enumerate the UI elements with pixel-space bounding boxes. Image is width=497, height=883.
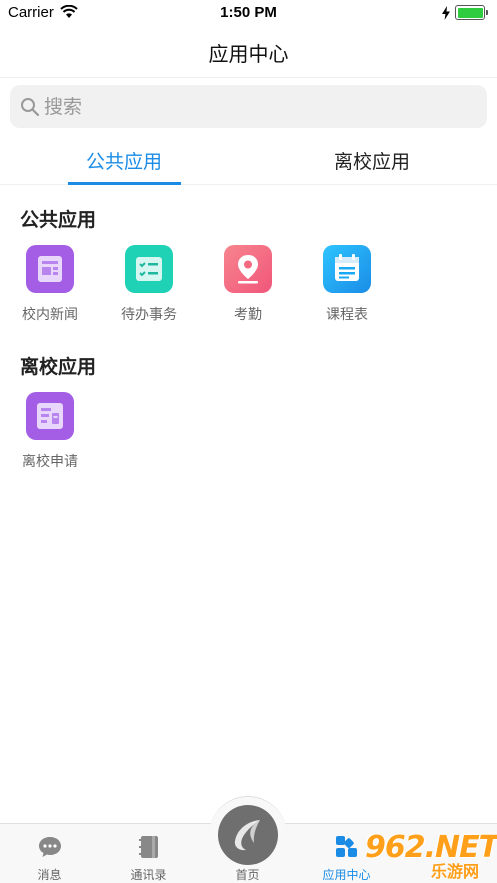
tabbar-label: 首页 — [235, 868, 260, 882]
app-attendance[interactable]: 考勤 — [203, 245, 293, 335]
app-label: 离校申请 — [22, 454, 78, 470]
tab-label: 离校应用 — [333, 151, 410, 173]
home-button[interactable] — [218, 805, 278, 865]
watermark-logo: 962.NET 乐游网 — [357, 826, 497, 883]
app-leave-school-application[interactable]: 离校申请 — [5, 392, 95, 482]
app-timetable[interactable]: 课程表 — [302, 245, 392, 335]
news-icon — [26, 245, 74, 293]
search-box[interactable] — [10, 85, 487, 128]
app-label: 待办事务 — [121, 307, 177, 323]
calendar-icon — [323, 245, 371, 293]
home-logo-icon — [234, 820, 260, 851]
search-input[interactable] — [44, 85, 474, 128]
app-label: 考勤 — [234, 307, 262, 323]
status-bar: Carrier 1:50 PM — [0, 0, 497, 26]
charging-icon — [442, 6, 450, 20]
tabbar-label: 通讯录 — [130, 868, 167, 882]
tab-indicator — [68, 182, 181, 185]
application-form-icon — [26, 392, 74, 440]
tabbar-label: 消息 — [37, 868, 62, 882]
app-grid-icon — [336, 836, 357, 857]
chat-bubble-icon — [39, 837, 61, 857]
watermark-small-text: 乐游网 — [431, 862, 480, 881]
tab-leave-school-apps[interactable]: 离校应用 — [248, 135, 496, 185]
battery-icon — [455, 5, 488, 20]
app-label: 课程表 — [326, 307, 368, 323]
location-pin-icon — [224, 245, 272, 293]
status-time: 1:50 PM — [220, 4, 277, 21]
tabbar-item-contacts[interactable]: 通讯录 — [99, 824, 198, 883]
segment-tabs: 公共应用 离校应用 — [0, 135, 497, 185]
app-todo-affairs[interactable]: 待办事务 — [104, 245, 194, 335]
section-title-leave-school-apps: 离校应用 — [20, 356, 97, 378]
app-label: 校内新闻 — [22, 307, 78, 323]
search-icon — [21, 98, 40, 117]
todo-icon — [125, 245, 173, 293]
nav-bar: 应用中心 — [0, 26, 497, 78]
page-title: 应用中心 — [208, 42, 289, 66]
tabbar-item-messages[interactable]: 消息 — [0, 824, 99, 883]
tab-public-apps[interactable]: 公共应用 — [0, 135, 248, 185]
app-campus-news[interactable]: 校内新闻 — [5, 245, 95, 335]
section-title-public-apps: 公共应用 — [20, 209, 97, 231]
tab-label: 公共应用 — [85, 151, 162, 173]
contacts-book-icon — [139, 836, 158, 858]
